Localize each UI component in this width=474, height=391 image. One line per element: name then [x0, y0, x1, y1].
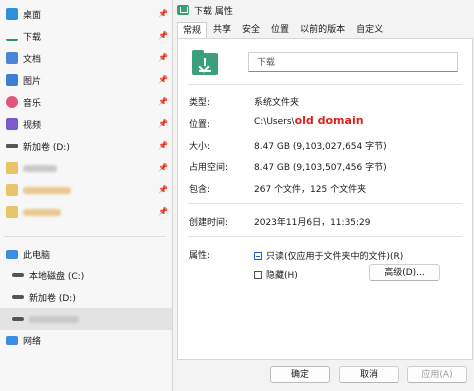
navigation-pane: 桌面 📌 下载 📌 文档 📌 图片 📌 音乐 📌 视频 📌 新加卷 (D:) 📌… [0, 0, 176, 391]
nav-item-selected-blurred[interactable] [0, 308, 176, 330]
contains-label: 包含: [189, 185, 211, 195]
picture-icon [6, 74, 18, 86]
general-panel: 下载 类型: 系统文件夹 位置: C:\Users\old domain 大小:… [177, 38, 473, 360]
apply-button[interactable]: 应用(A) [407, 366, 467, 383]
pin-icon: 📌 [158, 31, 168, 40]
location-label: 位置: [189, 120, 211, 130]
nav-item-local-disk-c[interactable]: 本地磁盘 (C:) [0, 265, 176, 285]
size-on-disk-value: 8.47 GB (9,103,507,456 字节) [254, 163, 387, 173]
desktop-icon [6, 8, 18, 20]
download-folder-icon [192, 50, 218, 75]
pin-icon: 📌 [158, 75, 168, 84]
advanced-button[interactable]: 高级(D)... [369, 264, 440, 281]
pin-icon: 📌 [158, 207, 168, 216]
blurred-label [23, 164, 57, 172]
location-annotation: old domain [294, 114, 364, 127]
nav-item-new-volume-d[interactable]: 新加卷 (D:) [0, 287, 176, 307]
tab-sharing[interactable]: 共享 [208, 22, 236, 38]
divider [188, 84, 462, 85]
download-icon [6, 31, 18, 41]
hidden-label: 隐藏(H) [266, 271, 298, 281]
location-path: C:\Users\ [254, 117, 295, 127]
tab-strip: 常规 共享 安全 位置 以前的版本 自定义 [177, 22, 389, 39]
tab-location[interactable]: 位置 [266, 22, 294, 38]
created-label: 创建时间: [189, 218, 229, 228]
nav-item-desktop[interactable]: 桌面 📌 [0, 4, 170, 24]
divider [188, 203, 462, 204]
computer-icon [6, 249, 18, 259]
pin-icon: 📌 [158, 185, 168, 194]
type-value: 系统文件夹 [254, 98, 300, 108]
drive-icon [12, 273, 24, 277]
tab-general[interactable]: 常规 [177, 22, 208, 39]
dialog-title: 下载 属性 [194, 6, 233, 17]
drive-icon [6, 144, 18, 148]
nav-item-pictures[interactable]: 图片 📌 [0, 70, 170, 90]
hidden-checkbox[interactable]: 隐藏(H) [254, 268, 298, 281]
nav-item-blurred[interactable]: 📌 [0, 180, 170, 200]
document-icon [6, 52, 18, 64]
folder-name-field[interactable]: 下载 [248, 52, 458, 72]
folder-icon [6, 184, 18, 196]
network-icon [6, 335, 18, 345]
folder-icon [6, 206, 18, 218]
music-icon [6, 96, 18, 108]
readonly-checkbox[interactable]: 只读(仅应用于文件夹中的文件)(R) [254, 249, 403, 262]
nav-item-network[interactable]: 网络 [0, 330, 170, 350]
cancel-button[interactable]: 取消 [339, 366, 399, 383]
nav-item-drive-d[interactable]: 新加卷 (D:) 📌 [0, 136, 170, 156]
pin-icon: 📌 [158, 141, 168, 150]
created-value: 2023年11月6日，11:35:29 [254, 218, 371, 228]
blurred-label [23, 208, 61, 216]
nav-item-downloads[interactable]: 下载 📌 [0, 26, 170, 46]
tab-previous-versions[interactable]: 以前的版本 [295, 22, 350, 38]
folder-download-icon [177, 5, 189, 15]
video-icon [6, 118, 18, 130]
size-on-disk-label: 占用空间: [189, 163, 229, 173]
pin-icon: 📌 [158, 97, 168, 106]
properties-dialog: 下载 属性 常规 共享 安全 位置 以前的版本 自定义 下载 类型: 系统文件夹… [172, 0, 474, 391]
nav-item-blurred[interactable]: 📌 [0, 158, 170, 178]
tab-customize[interactable]: 自定义 [351, 22, 388, 38]
attributes-label: 属性: [189, 251, 211, 261]
checkbox-unchecked[interactable] [254, 270, 262, 279]
pin-icon: 📌 [158, 119, 168, 128]
ok-button[interactable]: 确定 [270, 366, 330, 383]
folder-icon [6, 162, 18, 174]
pin-icon: 📌 [158, 9, 168, 18]
nav-item-documents[interactable]: 文档 📌 [0, 48, 170, 68]
nav-item-blurred[interactable]: 📌 [0, 202, 170, 222]
divider [188, 236, 462, 237]
pin-icon: 📌 [158, 53, 168, 62]
readonly-label: 只读(仅应用于文件夹中的文件)(R) [266, 252, 404, 262]
type-label: 类型: [189, 98, 211, 108]
nav-item-this-pc[interactable]: 此电脑 [0, 244, 170, 264]
size-label: 大小: [189, 142, 211, 152]
pin-icon: 📌 [158, 163, 168, 172]
dialog-titlebar[interactable]: 下载 属性 [173, 0, 474, 20]
contains-value: 267 个文件，125 个文件夹 [254, 185, 367, 195]
location-value: C:\Users\old domain [254, 114, 364, 127]
size-value: 8.47 GB (9,103,027,654 字节) [254, 142, 387, 152]
nav-divider [4, 236, 166, 237]
nav-item-music[interactable]: 音乐 📌 [0, 92, 170, 112]
drive-icon [12, 295, 24, 299]
blurred-label [29, 315, 79, 323]
blurred-label [23, 186, 71, 194]
nav-item-videos[interactable]: 视频 📌 [0, 114, 170, 134]
tab-security[interactable]: 安全 [237, 22, 265, 38]
drive-icon [12, 317, 24, 321]
checkbox-indeterminate[interactable] [254, 251, 262, 260]
